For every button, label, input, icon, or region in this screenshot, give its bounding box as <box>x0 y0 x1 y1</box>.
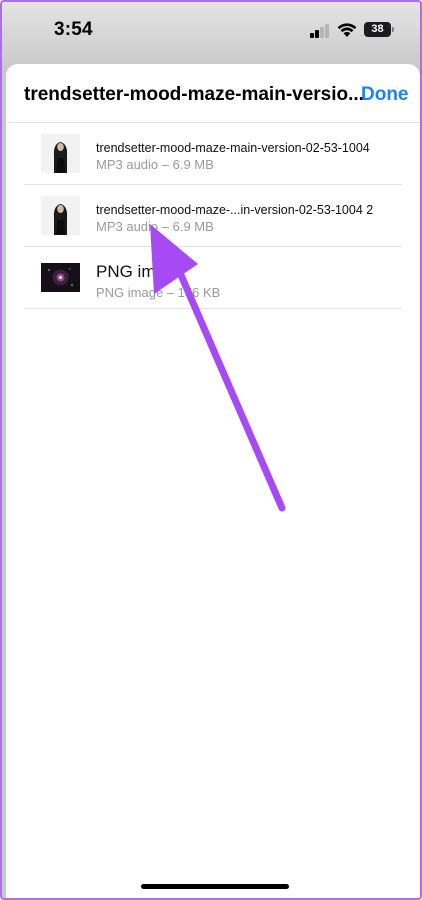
done-button[interactable]: Done <box>361 84 409 106</box>
file-name: trendsetter-mood-maze-...in-version-02-5… <box>96 203 374 217</box>
phone-screen: 3:54 38 trendsetter-mood-maze-main-versi… <box>0 0 422 900</box>
file-row[interactable]: trendsetter-mood-maze-main-version-02-53… <box>24 123 402 185</box>
file-thumbnail-person <box>41 196 80 235</box>
share-sheet: trendsetter-mood-maze-main-versio... Don… <box>6 64 420 898</box>
battery-icon: 38 <box>364 22 391 37</box>
sheet-title: trendsetter-mood-maze-main-versio... <box>24 84 364 105</box>
signal-icon <box>310 24 330 38</box>
wifi-icon <box>337 23 357 37</box>
file-meta: MP3 audio – 6.9 MB <box>96 219 214 234</box>
file-name: trendsetter-mood-maze-main-version-02-53… <box>96 141 370 155</box>
file-thumbnail-person <box>41 134 80 173</box>
file-thumbnail-artwork <box>41 263 80 292</box>
status-time: 3:54 <box>54 19 93 40</box>
file-row[interactable]: trendsetter-mood-maze-...in-version-02-5… <box>24 185 402 247</box>
file-list: trendsetter-mood-maze-main-version-02-53… <box>24 123 402 309</box>
battery-cap <box>392 27 394 32</box>
file-name: PNG image <box>96 262 184 281</box>
file-meta: PNG image – 156 KB <box>96 285 221 300</box>
status-bar: 3:54 38 <box>2 2 420 64</box>
sheet-header: trendsetter-mood-maze-main-versio... Don… <box>6 64 420 122</box>
home-indicator[interactable] <box>141 884 289 889</box>
file-row[interactable]: PNG image PNG image – 156 KB <box>24 247 402 309</box>
file-meta: MP3 audio – 6.9 MB <box>96 157 214 172</box>
